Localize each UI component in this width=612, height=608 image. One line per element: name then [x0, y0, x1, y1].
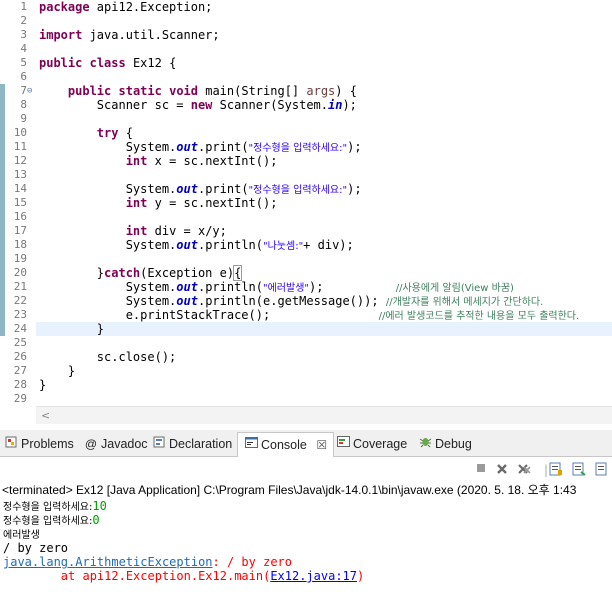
scroll-left-arrow-icon[interactable]: < [41, 407, 50, 424]
line-number: 25 [13, 336, 27, 349]
line-number: 3 [20, 28, 27, 41]
line-number: 8 [20, 98, 27, 111]
line-number: 24 [13, 322, 27, 335]
close-tab-icon[interactable]: ☒ [316, 438, 327, 452]
line-number: 15 [13, 196, 27, 209]
word-wrap-icon[interactable] [571, 462, 587, 478]
code-line-12: int x = sc.nextInt(); [125, 154, 278, 168]
console-icon [244, 433, 258, 457]
coverage-icon [336, 433, 350, 455]
line-number: 17 [13, 224, 27, 237]
console-output-line[interactable]: 정수형을 입력하세요:10 [3, 499, 107, 513]
line-number: 27 [13, 364, 27, 377]
tab-coverage[interactable]: Coverage [336, 433, 407, 455]
line-number: 6 [20, 70, 27, 83]
tab-debug[interactable]: Debug [418, 433, 472, 455]
horizontal-scrollbar[interactable]: < [36, 406, 612, 424]
console-toolbar: | [0, 457, 612, 483]
bottom-views-panel: Problems @ Javadoc Declaration Console ☒ … [0, 430, 612, 608]
console-output-line[interactable]: 정수형을 입력하세요:0 [3, 513, 100, 527]
line-number: 4 [20, 42, 27, 55]
pin-console-icon[interactable] [594, 462, 610, 478]
code-line-10: try { [96, 126, 133, 140]
code-line-24: } [96, 322, 105, 336]
at-icon: @ [84, 437, 98, 451]
remove-all-terminated-icon[interactable] [516, 462, 532, 478]
code-line-14: System.out.print("정수형을 입력하세요:"); [125, 182, 362, 196]
tab-problems[interactable]: Problems [4, 433, 74, 455]
fold-collapse-icon[interactable]: ⊖ [27, 84, 36, 98]
code-line-3: import java.util.Scanner; [39, 28, 220, 42]
line-number: 22 [13, 294, 27, 307]
console-output-line[interactable]: / by zero [3, 541, 68, 555]
line-number: 26 [13, 350, 27, 363]
declaration-icon [152, 433, 166, 455]
line-number: 7 [20, 84, 27, 97]
exception-class-link: java.lang.ArithmeticException [3, 555, 213, 569]
terminate-icon[interactable] [473, 462, 489, 478]
line-number: 16 [13, 210, 27, 223]
console-exception-line[interactable]: java.lang.ArithmeticException: / by zero [3, 555, 292, 569]
scroll-lock-icon[interactable] [548, 462, 564, 478]
tab-javadoc[interactable]: @ Javadoc [84, 433, 148, 455]
console-stacktrace-line[interactable]: at api12.Exception.Ex12.main(Ex12.java:1… [3, 569, 364, 583]
line-number: 9 [20, 112, 27, 125]
line-number: 1 [20, 0, 27, 13]
code-line-22: System.out.println(e.getMessage()); //개발… [125, 294, 544, 308]
code-line-17: int div = x/y; [125, 224, 227, 238]
code-line-27: } [67, 364, 76, 378]
current-line-highlight [36, 322, 612, 336]
console-terminated-label: <terminated> Ex12 [Java Application] C:\… [2, 482, 612, 498]
view-tab-bar: Problems @ Javadoc Declaration Console ☒ … [0, 430, 612, 457]
code-line-21: System.out.println("에러발생"); //사용에게 알림(Vi… [125, 280, 514, 294]
code-line-20: }catch(Exception e){ [96, 265, 243, 281]
code-line-8: Scanner sc = new Scanner(System.in); [96, 98, 357, 112]
code-line-11: System.out.print("정수형을 입력하세요:"); [125, 140, 362, 154]
code-line-28: } [39, 378, 47, 392]
line-number: 21 [13, 280, 27, 293]
line-number: 2 [20, 14, 27, 27]
console-output-line[interactable]: 에러발생 [3, 527, 40, 541]
code-line-7: public static void main(String[] args) { [67, 84, 357, 98]
code-line-15: int y = sc.nextInt(); [125, 196, 278, 210]
tab-declaration[interactable]: Declaration [152, 433, 232, 455]
code-editor[interactable]: 1 2 3 4 5 6 7 8 9 10 11 12 13 14 15 16 17 18 19 20 21 22 23 24 2… [0, 0, 612, 405]
code-line-5: public class Ex12 { [39, 56, 177, 70]
line-number: 11 [13, 140, 27, 153]
line-number: 10 [13, 126, 27, 139]
line-number: 29 [13, 392, 27, 405]
line-number: 28 [13, 378, 27, 391]
line-number: 18 [13, 238, 27, 251]
tab-console[interactable]: Console ☒ [237, 432, 335, 457]
problems-icon [4, 433, 18, 455]
code-line-26: sc.close(); [96, 350, 177, 364]
remove-launch-icon[interactable] [494, 462, 510, 478]
line-number: 12 [13, 154, 27, 167]
matching-brace: { [233, 265, 243, 281]
line-number: 5 [20, 56, 27, 69]
line-number: 19 [13, 252, 27, 265]
source-location-link: Ex12.java:17 [270, 569, 358, 583]
line-number: 13 [13, 168, 27, 181]
code-line-18: System.out.println("나눗셈:"+ div); [125, 238, 354, 252]
line-number: 14 [13, 182, 27, 195]
code-line-23: e.printStackTrace(); //에러 발생코드를 추적한 내용을 … [125, 308, 580, 322]
code-line-1: package api12.Exception; [39, 0, 213, 14]
line-number: 23 [13, 308, 27, 321]
debug-icon [418, 433, 432, 455]
line-number: 20 [13, 266, 27, 279]
